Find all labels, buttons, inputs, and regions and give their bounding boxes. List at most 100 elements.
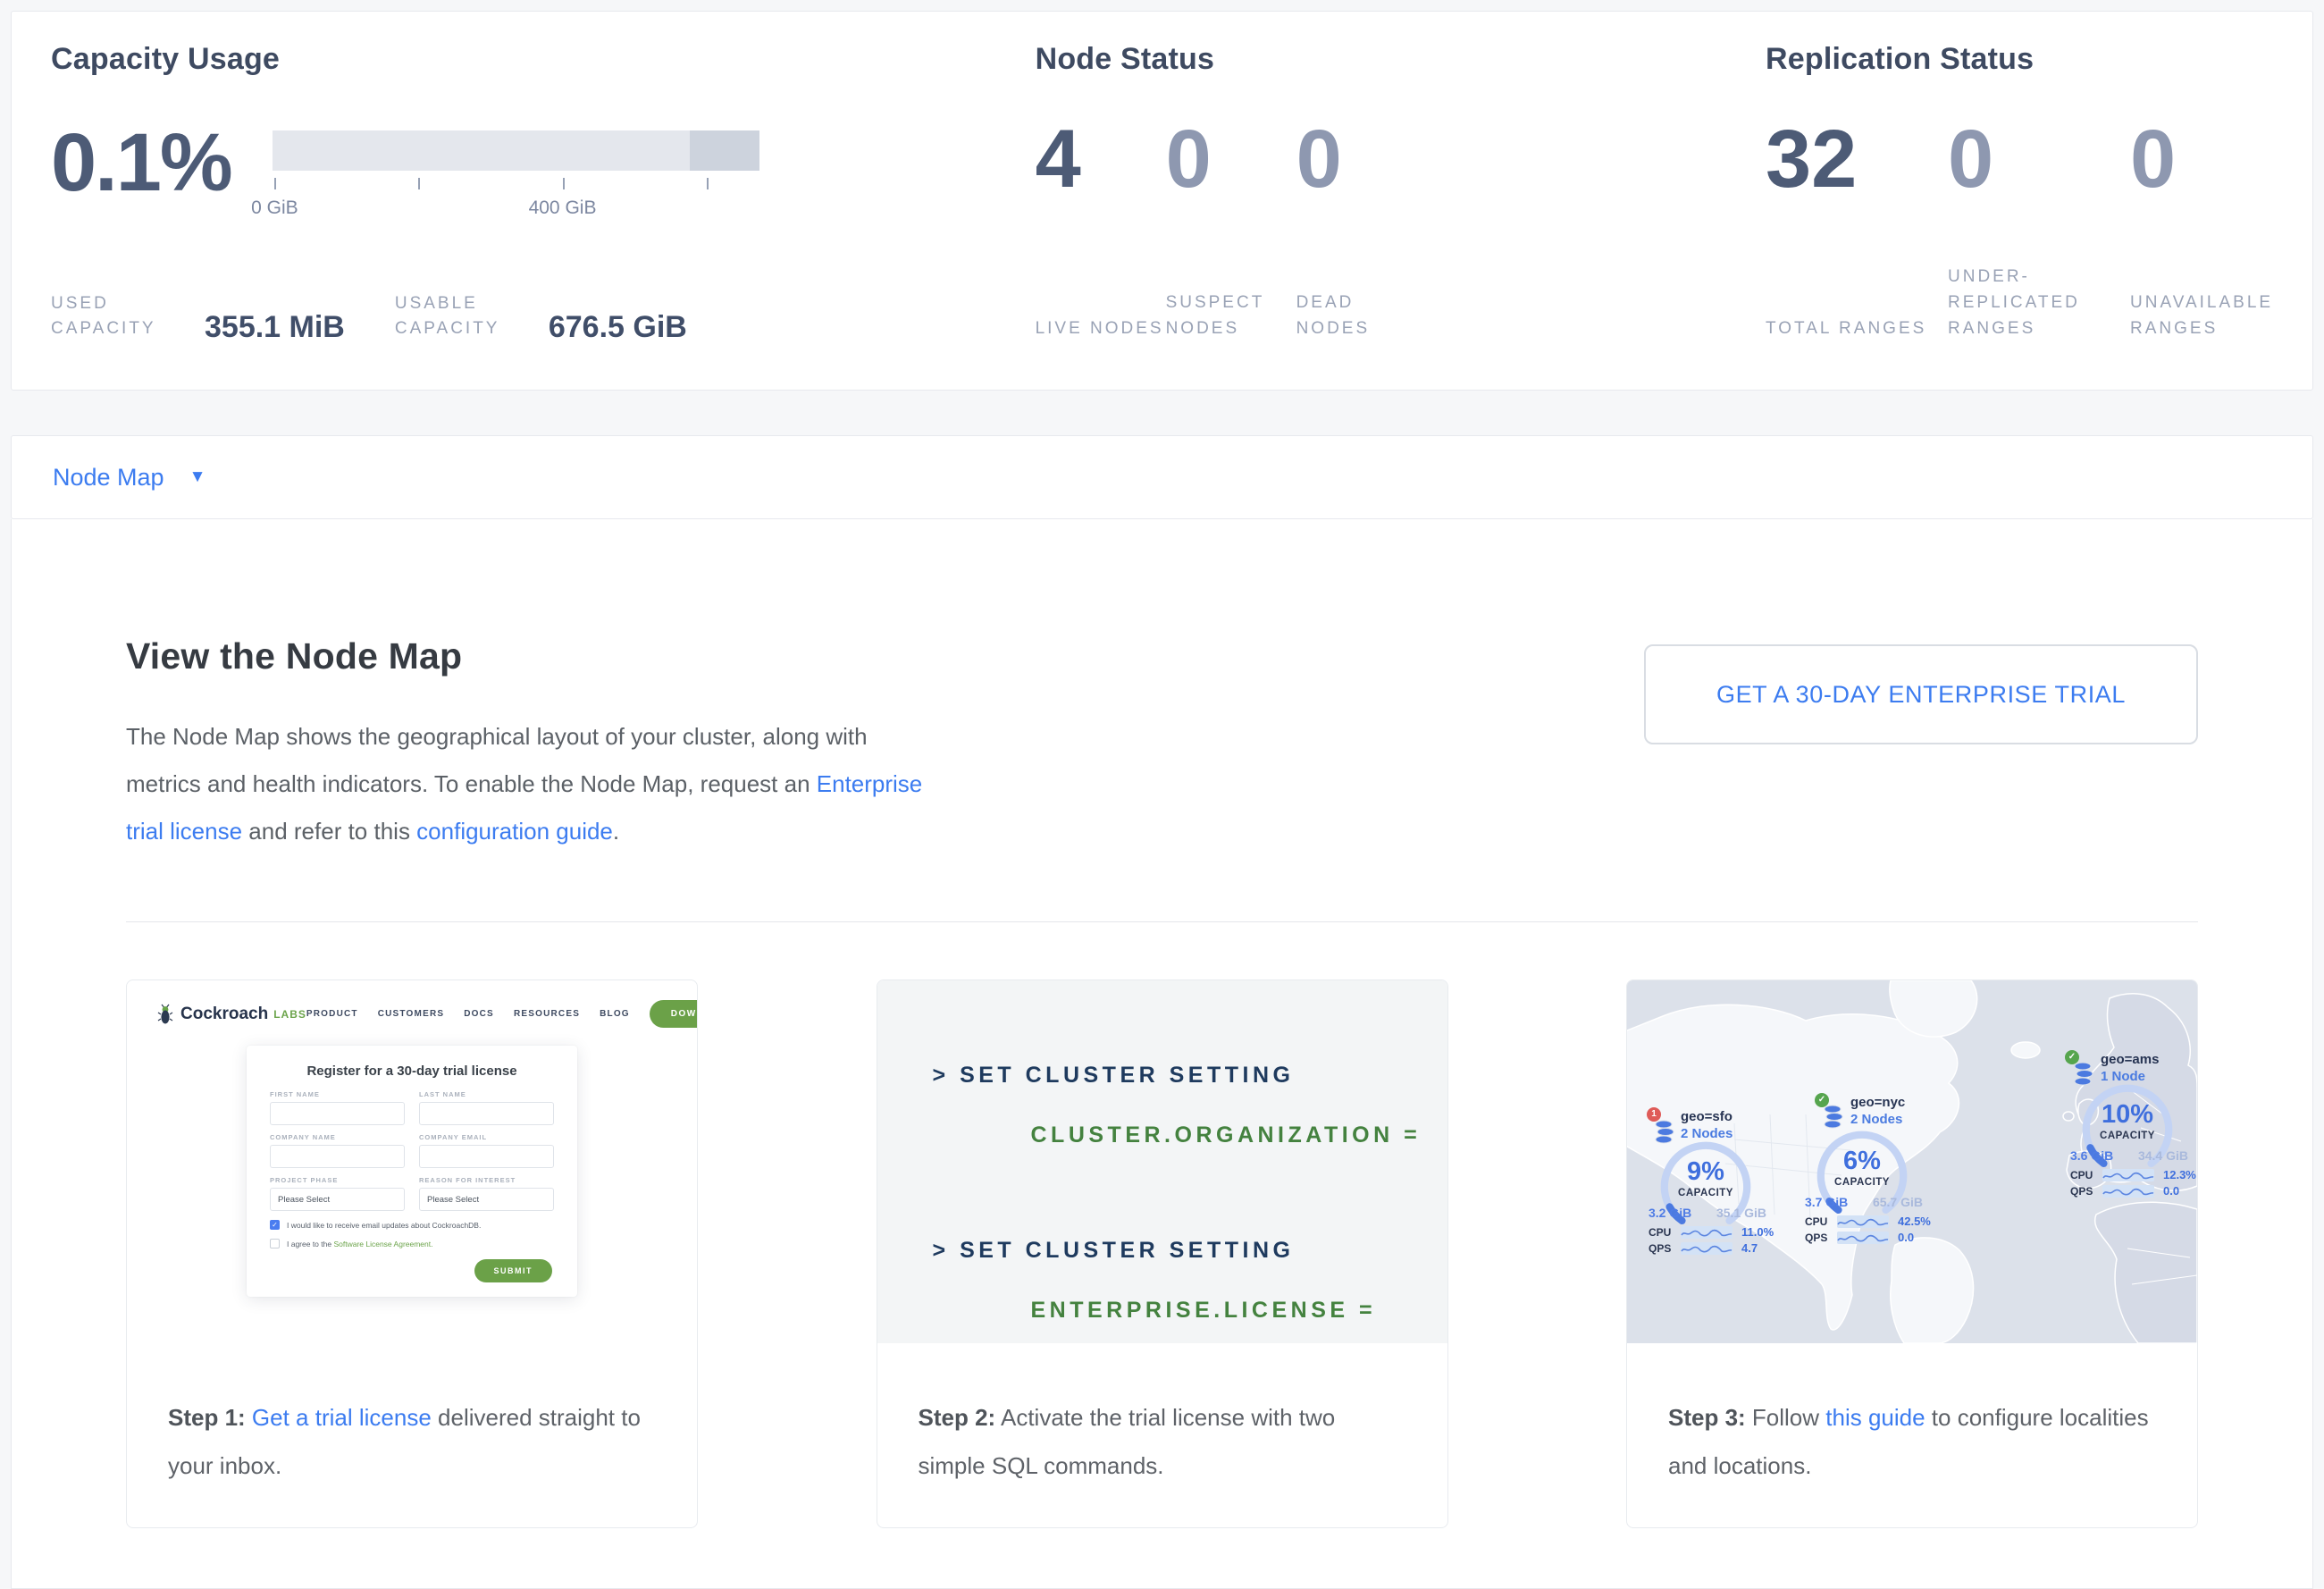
text-input [270, 1102, 405, 1125]
sql-command-2: > SET CLUSTER SETTING ENTERPRISE.LICENSE… [933, 1238, 1447, 1324]
capacity-range: 3.6 GiB 34.4 GiB [2070, 1148, 2188, 1163]
get-enterprise-trial-button[interactable]: GET A 30-DAY ENTERPRISE TRIAL [1644, 644, 2198, 744]
capacity-bar-axis: 0 GiB 400 GiB [273, 174, 759, 230]
locality-name: geo=ams [2101, 1052, 2159, 1067]
field-label: COMPANY NAME [270, 1133, 405, 1141]
axis-tick-label: 0 GiB [251, 198, 298, 219]
used-capacity-label: USED CAPACITY [51, 291, 187, 341]
page-title: View the Node Map [126, 635, 930, 677]
capacity-usage-title: Capacity Usage [51, 42, 1036, 77]
nav-item: DOCS [464, 1009, 494, 1019]
cpu-label: CPU [1805, 1215, 1837, 1228]
database-icon [1654, 1120, 1675, 1145]
capacity-label: CAPACITY [1813, 1177, 1911, 1188]
locality-node-count: 1 Node [2101, 1069, 2145, 1084]
mini-site-nav: PRODUCT CUSTOMERS DOCS RESOURCES BLOG DO… [306, 1000, 698, 1028]
step1-card: Cockroach LABS PRODUCT CUSTOMERS DOCS RE… [126, 979, 698, 1528]
configuration-guide-link[interactable]: configuration guide [416, 818, 613, 845]
qps-sparkline [2102, 1185, 2154, 1198]
form-field: LAST NAME [419, 1090, 554, 1125]
qps-sparkline [1837, 1232, 1889, 1244]
node-map-placeholder-panel: View the Node Map The Node Map shows the… [11, 519, 2313, 1589]
caption-text: Follow [1746, 1404, 1826, 1431]
capacity-gauge [2078, 1080, 2177, 1179]
field-label: LAST NAME [419, 1090, 554, 1098]
field-label: REASON FOR INTEREST [419, 1176, 554, 1184]
cpu-sparkline [2102, 1169, 2154, 1181]
intro-text: . [613, 818, 619, 845]
axis-tick [563, 178, 565, 189]
intro-text: The Node Map shows the geographical layo… [126, 723, 868, 797]
locality-name: geo=sfo [1681, 1109, 1733, 1124]
node-map-dropdown[interactable]: Node Map [53, 464, 164, 492]
live-nodes-label: LIVE NODES [1036, 315, 1166, 341]
text-input [419, 1145, 554, 1168]
node-map-image: 1 geo=sfo 2 Nodes [1627, 980, 2197, 1343]
form-field: COMPANY NAME [270, 1133, 405, 1168]
software-license-link: Software License Agreement. [333, 1240, 432, 1248]
total-ranges-label: TOTAL RANGES [1766, 315, 1948, 341]
replication-status-section: Replication Status 32 0 0 TOTAL RANGES U… [1766, 42, 2312, 365]
capacity-used: 3.7 GiB [1805, 1195, 1848, 1209]
sql-setting: ENTERPRISE.LICENSE = [1031, 1298, 1447, 1324]
capacity-range: 3.2 GiB 35.1 GiB [1649, 1206, 1766, 1220]
divider [126, 921, 2198, 922]
capacity-usage-section: Capacity Usage 0.1% 0 GiB 400 GiB [51, 42, 1036, 365]
cluster-overview-page: Capacity Usage 0.1% 0 GiB 400 GiB [0, 0, 2324, 1589]
capacity-label: CAPACITY [2078, 1131, 2177, 1141]
node-status-section: Node Status 4 0 0 LIVE NODES SUSPECT NOD… [1036, 42, 1766, 365]
trial-registration-form: Register for a 30-day trial license FIRS… [247, 1046, 577, 1297]
chevron-down-icon[interactable]: ▼ [189, 467, 206, 487]
qps-value: 0.0 [1898, 1231, 1914, 1244]
license-agreement-checkbox-row: I agree to the Software License Agreemen… [270, 1239, 554, 1248]
cpu-value: 42.5% [1898, 1215, 1931, 1228]
this-guide-link[interactable]: this guide [1825, 1404, 1925, 1431]
unavailable-ranges-label: UNAVAILABLE RANGES [2130, 290, 2312, 341]
cpu-value: 11.0% [1741, 1225, 1774, 1239]
axis-tick [274, 178, 276, 189]
nav-item: RESOURCES [514, 1009, 580, 1019]
qps-value: 4.7 [1741, 1241, 1758, 1255]
step3-caption: Step 3: Follow this guide to configure l… [1627, 1343, 2197, 1490]
qps-meter: QPS 0.0 [2070, 1184, 2179, 1198]
cpu-sparkline [1681, 1226, 1733, 1239]
cpu-label: CPU [1649, 1226, 1681, 1239]
cpu-meter: CPU 12.3% [2070, 1168, 2196, 1181]
text-input [419, 1102, 554, 1125]
cpu-meter: CPU 42.5% [1805, 1215, 1931, 1228]
capacity-bar-track [273, 130, 759, 171]
get-trial-license-link[interactable]: Get a trial license [252, 1404, 432, 1431]
capacity-percent: 6% [1813, 1147, 1911, 1176]
qps-label: QPS [1805, 1232, 1837, 1244]
step-number: Step 2: [919, 1404, 996, 1431]
cpu-meter: CPU 11.0% [1649, 1225, 1774, 1239]
email-updates-checkbox-row: ✓ I would like to receive email updates … [270, 1220, 554, 1230]
capacity-label: CAPACITY [1657, 1188, 1755, 1198]
nav-item: PRODUCT [306, 1009, 358, 1019]
step3-card: 1 geo=sfo 2 Nodes [1626, 979, 2198, 1528]
logo-suffix: LABS [273, 1008, 306, 1021]
checkbox-label: I would like to receive email updates ab… [287, 1221, 481, 1230]
unavailable-ranges-count: 0 [2130, 118, 2312, 200]
qps-meter: QPS 4.7 [1649, 1241, 1758, 1255]
capacity-gauge [1813, 1127, 1911, 1225]
suspect-nodes-count: 0 [1166, 118, 1296, 200]
capacity-total: 34.4 GiB [2138, 1148, 2188, 1163]
capacity-bar: 0 GiB 400 GiB [273, 122, 759, 230]
capacity-range: 3.7 GiB 65.7 GiB [1805, 1195, 1923, 1209]
capacity-used: 3.2 GiB [1649, 1206, 1691, 1220]
logo-text: Cockroach [180, 1005, 268, 1024]
select-input: Please Select [419, 1188, 554, 1211]
checkbox-empty-icon [270, 1239, 280, 1248]
usable-capacity-label: USABLE CAPACITY [395, 291, 531, 341]
sql-keyword: SET CLUSTER SETTING [960, 1063, 1294, 1088]
suspect-nodes-label: SUSPECT NODES [1166, 290, 1296, 341]
capacity-used: 3.6 GiB [2070, 1148, 2113, 1163]
sql-command-1: > SET CLUSTER SETTING CLUSTER.ORGANIZATI… [933, 1063, 1447, 1148]
locality-node-count: 2 Nodes [1681, 1126, 1733, 1141]
form-title: Register for a 30-day trial license [270, 1064, 554, 1079]
text-input [270, 1145, 405, 1168]
replication-status-title: Replication Status [1766, 42, 2312, 77]
nav-item: BLOG [600, 1009, 630, 1019]
view-selector-bar[interactable]: Node Map ▼ [11, 435, 2313, 519]
